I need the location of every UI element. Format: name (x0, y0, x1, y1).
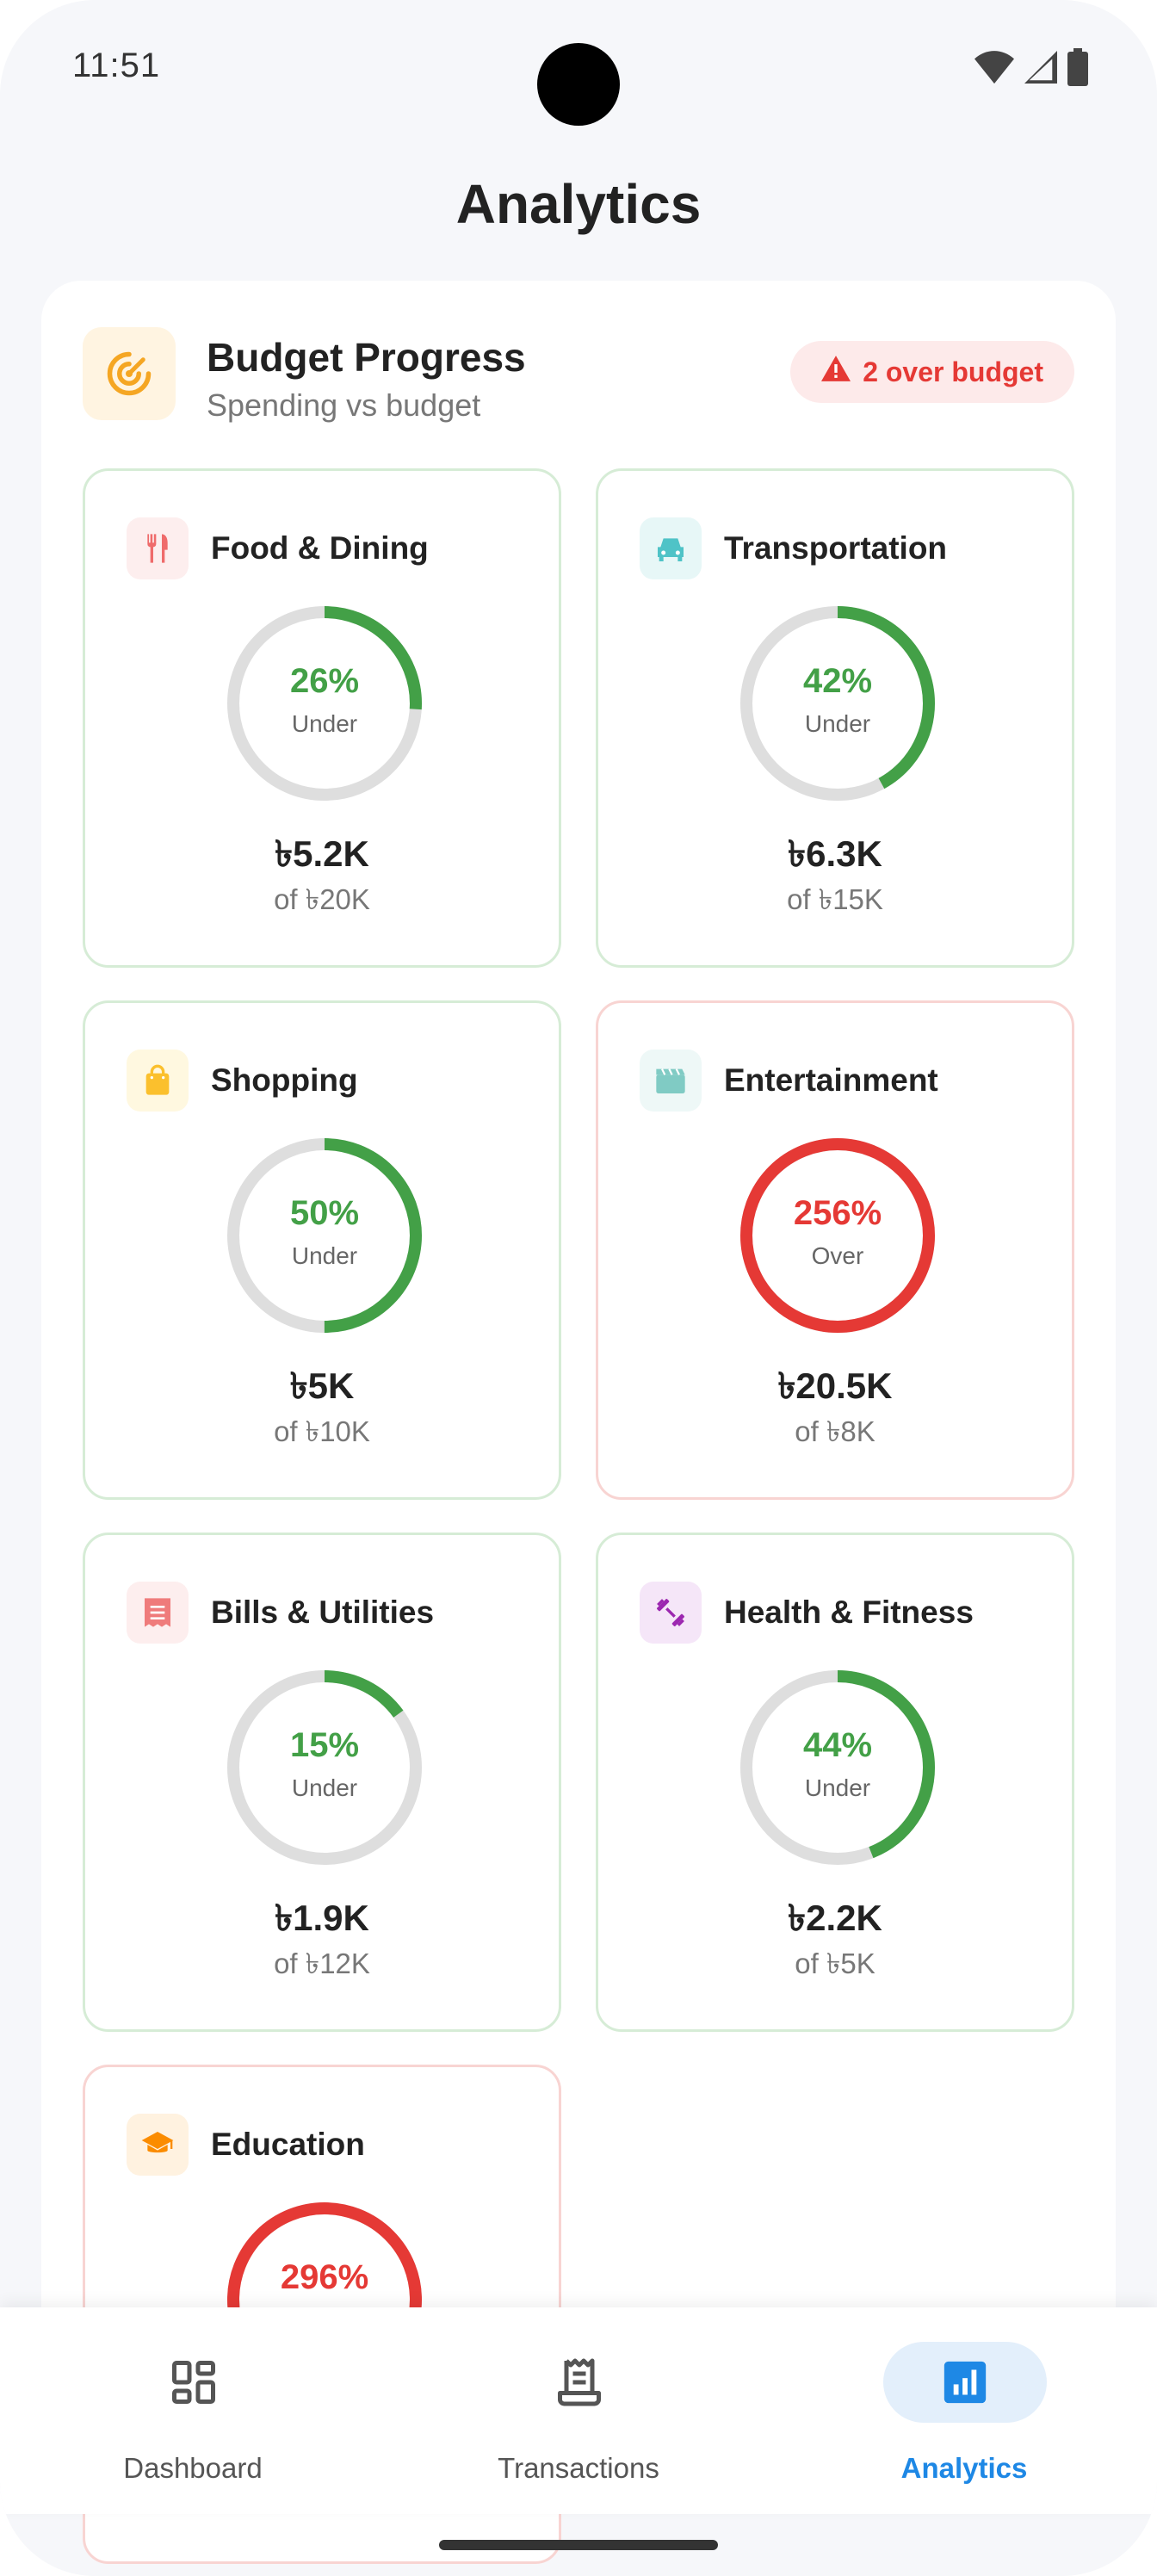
percent-label: 42% (802, 662, 873, 700)
category-card[interactable]: Entertainment 256% Over ৳20.5K of ৳8K (596, 1000, 1074, 1500)
budget-state: Over (811, 1242, 864, 1269)
category-header: Health & Fitness (640, 1582, 974, 1644)
card-subtitle: Spending vs budget (207, 387, 481, 423)
category-name: Education (211, 2127, 365, 2162)
progress-ring: 15% Under (221, 1664, 428, 1871)
warning-icon (821, 356, 851, 388)
category-card[interactable]: Transportation 42% Under ৳6.3K of ৳15K (596, 468, 1074, 968)
budget-state: Under (291, 710, 358, 737)
percent-label: 26% (289, 662, 360, 700)
shopping-bag-icon (127, 1050, 189, 1112)
category-name: Bills & Utilities (211, 1595, 435, 1630)
category-header: Food & Dining (127, 517, 429, 579)
gesture-bar[interactable] (439, 2540, 718, 2550)
nav-dashboard-label: Dashboard (123, 2452, 263, 2484)
progress-ring: 42% Under (734, 600, 941, 807)
percent-label: 44% (802, 1726, 873, 1764)
category-name: Food & Dining (211, 530, 429, 566)
bottom-navigation: Dashboard Transactions Analytics (0, 2307, 1157, 2514)
budget-amount: of ৳12K (274, 1947, 370, 1979)
nav-dashboard[interactable]: Dashboard (64, 2342, 322, 2497)
clapperboard-icon (640, 1050, 702, 1112)
progress-ring: 44% Under (734, 1664, 941, 1871)
category-name: Entertainment (724, 1062, 938, 1098)
fork-knife-icon (127, 517, 189, 579)
car-icon (640, 517, 702, 579)
over-budget-text: 2 over budget (863, 356, 1043, 387)
target-icon (83, 327, 176, 420)
nav-transactions-label: Transactions (498, 2452, 659, 2484)
nav-analytics-label: Analytics (900, 2452, 1028, 2484)
category-card[interactable]: Shopping 50% Under ৳5K of ৳10K (83, 1000, 561, 1500)
bar-chart-icon (883, 2342, 1047, 2423)
category-card[interactable]: Food & Dining 26% Under ৳5.2K of ৳20K (83, 468, 561, 968)
budget-progress-card: Budget Progress Spending vs budget 2 ove… (41, 281, 1116, 2564)
budget-amount: of ৳15K (787, 883, 883, 915)
progress-ring: 50% Under (221, 1132, 428, 1339)
card-title: Budget Progress (207, 335, 526, 380)
category-name: Shopping (211, 1062, 358, 1098)
status-icons (974, 48, 1088, 86)
percent-label: 296% (280, 2258, 369, 2296)
dumbbell-icon (640, 1582, 702, 1644)
progress-ring: 256% Over (734, 1132, 941, 1339)
budget-amount: of ৳8K (795, 1415, 875, 1447)
budget-state: Under (291, 1242, 358, 1269)
budget-state: Under (804, 710, 871, 737)
budget-amount: of ৳5K (795, 1947, 875, 1979)
nav-analytics[interactable]: Analytics (835, 2342, 1093, 2497)
category-name: Health & Fitness (724, 1595, 974, 1630)
nav-transactions[interactable]: Transactions (449, 2342, 708, 2497)
card-header: Budget Progress Spending vs budget 2 ove… (83, 327, 1074, 423)
status-time: 11:51 (72, 46, 161, 84)
progress-ring-fill (740, 1138, 935, 1333)
budget-amount: of ৳10K (274, 1415, 370, 1447)
category-header: Transportation (640, 517, 947, 579)
over-budget-badge: 2 over budget (790, 341, 1074, 403)
battery-icon (1067, 48, 1088, 86)
category-header: Entertainment (640, 1050, 938, 1112)
category-header: Shopping (127, 1050, 358, 1112)
category-card[interactable]: Bills & Utilities 15% Under ৳1.9K of ৳12… (83, 1533, 561, 2032)
budget-state: Under (804, 1774, 871, 1801)
status-bar: 11:51 (0, 0, 1157, 138)
category-header: Bills & Utilities (127, 1582, 434, 1644)
percent-label: 50% (289, 1194, 360, 1232)
page-title: Analytics (455, 173, 702, 235)
wifi-icon (974, 50, 1014, 84)
signal-icon (1024, 50, 1057, 84)
receipt-list-icon (498, 2342, 661, 2423)
budget-amount: of ৳20K (274, 883, 370, 915)
progress-ring: 26% Under (221, 600, 428, 807)
category-header: Education (127, 2114, 365, 2176)
percent-label: 15% (289, 1726, 360, 1764)
percent-label: 256% (793, 1194, 882, 1232)
app-screen: 11:51 Analytics Budget Progress Spending… (0, 0, 1157, 2576)
front-camera (537, 43, 620, 126)
receipt-icon (127, 1582, 189, 1644)
dashboard-icon (112, 2342, 275, 2423)
category-card[interactable]: Health & Fitness 44% Under ৳2.2K of ৳5K (596, 1533, 1074, 2032)
budget-state: Under (291, 1774, 358, 1801)
category-name: Transportation (724, 530, 948, 566)
graduation-cap-icon (127, 2114, 189, 2176)
